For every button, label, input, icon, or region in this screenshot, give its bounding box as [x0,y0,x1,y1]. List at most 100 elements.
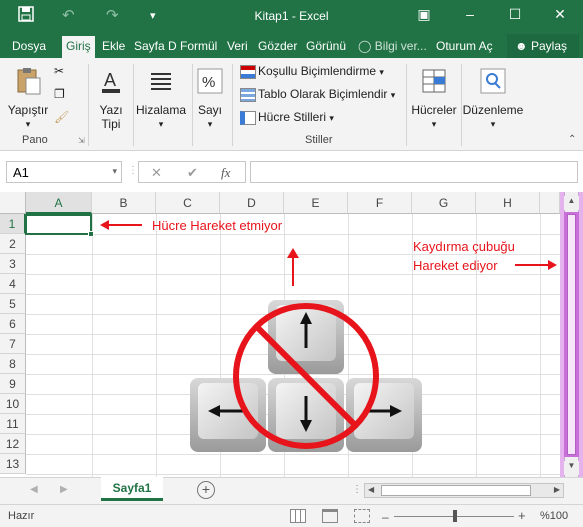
select-all-corner[interactable] [0,192,26,214]
column-header-partial[interactable] [540,192,560,214]
close-icon[interactable]: ✕ [550,6,570,23]
row-header-6[interactable]: 6 [0,314,26,334]
row-header-5[interactable]: 5 [0,294,26,314]
tab-data[interactable]: Veri [227,39,248,53]
tab-view[interactable]: Görünü [306,39,346,53]
row-header-1[interactable]: 1 [0,214,26,234]
row-header-4[interactable]: 4 [0,274,26,294]
row-header-2[interactable]: 2 [0,234,26,254]
tab-formulas[interactable]: Formül [180,39,217,53]
row-header-13[interactable]: 13 [0,454,26,474]
page-break-view-icon[interactable] [354,509,370,523]
normal-view-icon[interactable] [290,509,306,523]
column-header-c[interactable]: C [156,192,220,214]
chevron-down-icon: ▾ [25,119,31,129]
tab-page-layout[interactable]: Sayfa D [134,39,177,53]
sign-in-link[interactable]: Oturum Aç [436,39,493,53]
person-icon: ☻ [515,39,528,53]
format-as-table-button[interactable]: Tablo Olarak Biçimlendir ▾ [240,87,395,102]
font-button[interactable]: A Yazı Tipi [92,66,130,131]
arrow-keys-prohibited-icon [190,300,422,452]
window-title: Kitap1 - Excel [254,9,329,23]
column-header-f[interactable]: F [348,192,412,214]
row-header-12[interactable]: 12 [0,434,26,454]
cell-styles-icon [240,110,256,125]
tab-home[interactable]: Giriş [62,36,95,58]
row-header-9[interactable]: 9 [0,374,26,394]
insert-function-icon[interactable]: fx [221,165,230,181]
zoom-in-icon[interactable]: + [518,508,526,523]
minimize-icon[interactable]: – [460,6,480,22]
format-painter-icon[interactable]: 🖌 [54,110,69,124]
group-label-clipboard: Pano [22,134,48,146]
cells-button[interactable]: Hücreler ▾ [409,66,459,131]
share-button[interactable]: ☻ Paylaş [507,34,579,58]
column-header-e[interactable]: E [284,192,348,214]
arrow-left-icon [100,220,142,230]
drag-handle-icon[interactable]: ⋮ [128,165,138,176]
name-box[interactable]: A1 ▾ [6,161,122,183]
scroll-up-arrow-icon[interactable]: ▲ [564,196,579,210]
cell-styles-button[interactable]: Hücre Stilleri ▾ [240,110,334,125]
page-layout-view-icon[interactable] [322,509,338,523]
tab-tell-me[interactable]: ◯ Bilgi ver... [358,39,427,53]
editing-button[interactable]: Düzenleme ▾ [462,66,524,131]
tab-review[interactable]: Gözder [258,39,297,53]
fill-handle[interactable] [88,231,94,237]
scroll-left-arrow-icon[interactable]: ◀ [368,485,374,494]
conditional-formatting-button[interactable]: Koşullu Biçimlendirme ▾ [240,64,384,79]
column-header-d[interactable]: D [220,192,284,214]
name-box-value: A1 [13,165,29,180]
formula-input[interactable] [250,161,578,183]
row-header-8[interactable]: 8 [0,354,26,374]
zoom-level[interactable]: %100 [540,510,568,522]
maximize-icon[interactable]: ☐ [505,6,525,23]
row-header-7[interactable]: 7 [0,334,26,354]
vertical-scrollbar[interactable]: ▲ ▼ [560,192,583,477]
tab-file[interactable]: Dosya [12,39,46,53]
column-header-h[interactable]: H [476,192,540,214]
align-icon [151,73,171,90]
chevron-down-icon: ▾ [158,119,164,129]
column-header-a[interactable]: A [26,192,92,214]
copy-icon[interactable]: ❐ [54,87,65,101]
horizontal-scrollbar-thumb[interactable] [381,485,531,496]
lightbulb-icon: ◯ [358,39,372,53]
column-header-g[interactable]: G [412,192,476,214]
enter-icon[interactable]: ✔ [187,165,198,181]
dialog-launcher-icon[interactable]: ⇲ [78,136,85,145]
row-header-11[interactable]: 11 [0,414,26,434]
cancel-icon[interactable]: ✕ [151,165,162,181]
group-separator [88,64,89,146]
percent-icon: % [197,68,223,94]
scroll-down-arrow-icon[interactable]: ▼ [564,461,579,475]
scroll-right-arrow-icon[interactable]: ▶ [554,485,560,494]
cut-icon[interactable]: ✂ [54,64,64,78]
group-separator [232,64,233,146]
zoom-out-icon[interactable]: – [382,510,389,524]
horizontal-scrollbar[interactable]: ◀ ▶ [364,483,564,498]
alignment-button[interactable]: Hizalama ▾ [134,66,188,131]
zoom-slider-thumb[interactable] [453,510,457,522]
active-cell-a1[interactable] [25,214,92,235]
arrow-right-icon [515,260,557,270]
sheet-next-icon[interactable]: ▶ [60,484,68,495]
column-header-b[interactable]: B [92,192,156,214]
collapse-ribbon-icon[interactable]: ⌃ [568,134,576,145]
title-bar: ↶ ↷ ▾ Kitap1 - Excel ▣ – ☐ ✕ [0,0,583,34]
row-header-10[interactable]: 10 [0,394,26,414]
drag-handle-icon[interactable]: ⋮ [352,484,362,495]
scrollbar-thumb[interactable] [567,214,576,455]
sheet-tab-sayfa1[interactable]: Sayfa1 [101,477,163,501]
sheet-prev-icon[interactable]: ◀ [30,484,38,495]
chevron-down-icon[interactable]: ▾ [112,166,117,177]
number-button[interactable]: % Sayı ▾ [193,66,227,131]
tab-insert[interactable]: Ekle [102,39,125,53]
annotation-scrollbar-line1: Kaydırma çubuğu [413,239,515,254]
paste-button[interactable]: Yapıştır ▾ [6,66,50,131]
worksheet-grid[interactable]: A B C D E F G H 1 2 3 4 5 6 7 8 9 10 11 … [0,192,560,477]
row-header-3[interactable]: 3 [0,254,26,274]
add-sheet-icon[interactable]: + [197,481,215,499]
ribbon-options-icon[interactable]: ▣ [414,6,434,23]
clipboard-icon [17,68,41,95]
